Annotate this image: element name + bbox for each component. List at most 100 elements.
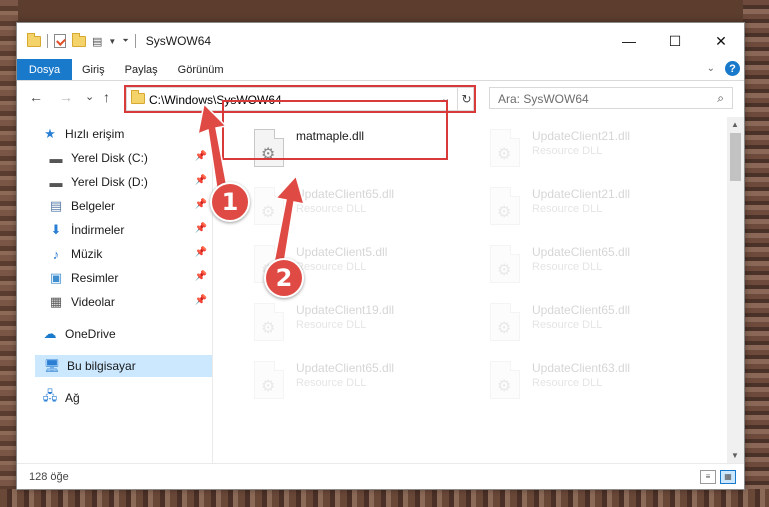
sidebar-item-downloads[interactable]: ⬇ İndirmeler 📌 — [47, 219, 213, 241]
item-count: 128 öğe — [29, 471, 69, 483]
background-bark-bottom — [0, 489, 769, 507]
music-icon: ♪ — [52, 246, 60, 262]
sidebar-item-pictures[interactable]: ▣ Resimler 📌 — [47, 267, 213, 289]
tab-file[interactable]: Dosya — [17, 59, 72, 80]
file-type: Resource DLL — [296, 261, 367, 273]
dll-file-icon: ⚙ — [490, 245, 520, 283]
toolbar-divider — [47, 34, 48, 48]
pin-icon[interactable]: 📌 — [195, 247, 207, 258]
pin-icon[interactable]: 📌 — [195, 151, 207, 162]
file-name: UpdateClient65.dll — [532, 245, 631, 259]
step-1-badge: 1 — [210, 182, 250, 222]
sidebar-item-music[interactable]: ♪ Müzik 📌 — [47, 243, 213, 265]
search-placeholder: Ara: SysWOW64 — [498, 92, 589, 106]
pin-icon[interactable]: 📌 — [195, 295, 207, 306]
back-button[interactable]: ← — [29, 89, 43, 105]
pin-icon[interactable]: 📌 — [195, 271, 207, 282]
scroll-up-icon[interactable]: ▲ — [731, 120, 739, 129]
file-item[interactable]: ⚙ UpdateClient21.dll Resource DLL — [482, 123, 706, 179]
quick-access-toolbar: ▤ ▼ ⏷ SysWOW64 — [27, 23, 211, 59]
computer-icon: 🖥 — [43, 358, 61, 373]
sidebar-item-disk-d[interactable]: ▬ Yerel Disk (D:) 📌 — [47, 171, 213, 193]
pin-icon[interactable]: 📌 — [195, 199, 207, 210]
file-name: matmaple.dll — [296, 129, 365, 143]
sidebar-item-videos[interactable]: ▦ Videolar 📌 — [47, 291, 213, 313]
minimize-button[interactable]: — — [606, 23, 652, 59]
document-icon: ▤ — [49, 198, 63, 213]
sidebar-item-label: Videolar — [71, 295, 115, 309]
properties-icon[interactable] — [54, 34, 66, 48]
sidebar-item-network[interactable]: 🖧 Ağ — [41, 387, 80, 409]
vertical-scrollbar[interactable]: ▲ ▼ — [727, 117, 744, 463]
navigation-pane: ★ Hızlı erişim ▬ Yerel Disk (C:) 📌 ▬ Yer… — [17, 117, 213, 463]
dll-file-icon: ⚙ — [254, 303, 284, 341]
pin-icon[interactable]: 📌 — [195, 223, 207, 234]
dll-file-icon: ⚙ — [490, 303, 520, 341]
sidebar-item-onedrive[interactable]: ☁ OneDrive — [41, 323, 116, 345]
tab-home[interactable]: Giriş — [72, 59, 115, 80]
sidebar-item-this-pc[interactable]: 🖥 Bu bilgisayar — [35, 355, 212, 377]
file-item[interactable]: ⚙ UpdateClient65.dll Resource DLL — [246, 181, 470, 237]
explorer-window: ▤ ▼ ⏷ SysWOW64 — ☐ ✕ Dosya Giriş Paylaş … — [16, 22, 745, 490]
sidebar-item-label: Hızlı erişim — [65, 127, 125, 141]
file-type: Resource DLL — [532, 203, 603, 215]
recent-locations-button[interactable]: ⌄ — [85, 90, 94, 103]
navigation-bar: ← → ⌄ ↑ C:\Windows\SysWOW64 ⌄ ↻ Ara: Sys… — [17, 81, 744, 117]
file-item[interactable]: ⚙ UpdateClient21.dll Resource DLL — [482, 181, 706, 237]
large-icons-view-icon[interactable]: ▦ — [720, 470, 736, 484]
file-name: UpdateClient65.dll — [296, 187, 395, 201]
close-button[interactable]: ✕ — [698, 23, 744, 59]
file-name: UpdateClient5.dll — [296, 245, 388, 259]
scroll-down-icon[interactable]: ▼ — [731, 451, 739, 460]
file-item[interactable]: ⚙ UpdateClient65.dll Resource DLL — [482, 239, 706, 295]
drive-icon: ▬ — [49, 150, 63, 166]
customize-toolbar-icon[interactable]: ▤ — [92, 35, 102, 48]
file-name: UpdateClient21.dll — [532, 187, 631, 201]
new-folder-icon[interactable] — [72, 32, 86, 47]
file-type: Resource DLL — [532, 145, 603, 157]
view-switcher: ≡ ▦ — [700, 470, 736, 484]
drive-icon: ▬ — [49, 174, 63, 190]
file-item-matmaple[interactable]: ⚙ matmaple.dll — [246, 123, 470, 179]
address-highlight-box — [124, 85, 476, 113]
pictures-icon: ▣ — [49, 270, 63, 285]
file-item[interactable]: ⚙ UpdateClient19.dll Resource DLL — [246, 297, 470, 353]
maximize-button[interactable]: ☐ — [652, 23, 698, 59]
search-box[interactable]: Ara: SysWOW64 ⌕ — [489, 87, 733, 109]
sidebar-item-label: İndirmeler — [71, 223, 125, 237]
chevron-down-icon[interactable]: ▼ — [108, 37, 116, 46]
search-icon[interactable]: ⌕ — [717, 91, 724, 106]
file-name: UpdateClient63.dll — [532, 361, 631, 375]
scrollbar-thumb[interactable] — [730, 133, 741, 181]
file-type: Resource DLL — [296, 203, 367, 215]
forward-button[interactable]: → — [59, 89, 73, 105]
title-bar: ▤ ▼ ⏷ SysWOW64 — ☐ ✕ — [17, 23, 744, 59]
file-type: Resource DLL — [296, 377, 367, 389]
file-item[interactable]: ⚙ UpdateClient63.dll Resource DLL — [482, 355, 706, 411]
sidebar-item-quick-access[interactable]: ★ Hızlı erişim — [41, 123, 124, 145]
tab-share[interactable]: Paylaş — [115, 59, 168, 80]
file-type: Resource DLL — [296, 319, 367, 331]
details-view-icon[interactable]: ≡ — [700, 470, 716, 484]
sidebar-item-label: Yerel Disk (D:) — [71, 175, 148, 189]
file-item[interactable]: ⚙ UpdateClient65.dll Resource DLL — [246, 355, 470, 411]
expand-ribbon-icon[interactable]: ⌄ — [707, 63, 715, 74]
videos-icon: ▦ — [49, 294, 63, 309]
toolbar-dropdown-icon[interactable]: ⏷ — [122, 36, 128, 46]
toolbar-divider — [134, 34, 136, 48]
status-bar: 128 öğe ≡ ▦ — [17, 463, 744, 489]
dll-file-icon: ⚙ — [254, 129, 284, 167]
sidebar-item-disk-c[interactable]: ▬ Yerel Disk (C:) 📌 — [47, 147, 213, 169]
file-name: UpdateClient65.dll — [532, 303, 631, 317]
file-type: Resource DLL — [532, 319, 603, 331]
help-icon[interactable]: ? — [725, 61, 740, 76]
sidebar-item-documents[interactable]: ▤ Belgeler 📌 — [47, 195, 213, 217]
dll-file-icon: ⚙ — [490, 129, 520, 167]
pin-icon[interactable]: 📌 — [195, 175, 207, 186]
tab-view[interactable]: Görünüm — [168, 59, 234, 80]
folder-icon[interactable] — [27, 32, 41, 47]
file-item[interactable]: ⚙ UpdateClient65.dll Resource DLL — [482, 297, 706, 353]
star-icon: ★ — [44, 126, 56, 141]
up-button[interactable]: ↑ — [103, 89, 110, 105]
sidebar-item-label: Müzik — [71, 247, 103, 261]
